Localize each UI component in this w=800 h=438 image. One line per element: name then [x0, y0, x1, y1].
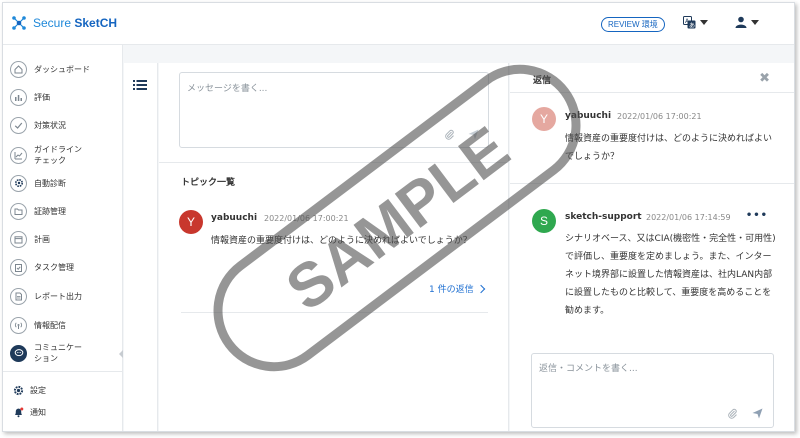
clipboard-icon — [10, 258, 27, 276]
chevron-down-icon — [700, 20, 708, 25]
sidebar-item-label: ダッシュボード — [34, 64, 90, 74]
gear-icon — [10, 174, 27, 192]
avatar: Y — [532, 107, 556, 131]
sidebar-item-label: レポート出力 — [34, 291, 82, 301]
broadcast-icon — [10, 316, 27, 334]
sidebar-item-label: コミュニケー ション — [34, 343, 82, 363]
sidebar-item-label: 自動診断 — [34, 178, 66, 188]
sidebar-item-label: 情報配信 — [34, 320, 66, 330]
folder-icon — [10, 202, 27, 220]
settings-icon — [12, 384, 24, 396]
reply-count-label: 1 件の返信 — [429, 285, 474, 295]
replies-title: 返信 — [533, 76, 552, 86]
reply-input-placeholder: 返信・コメントを書く... — [539, 364, 638, 374]
post-author: sketch-support — [565, 212, 642, 222]
calendar-icon — [10, 230, 27, 248]
sidebar-item-label: タスク管理 — [34, 262, 74, 272]
sidebar: ダッシュボード 評価 対策状況 ガイドライン チェック 自動診断 証跡管理 計画… — [3, 45, 123, 431]
divider — [159, 162, 508, 163]
post-timestamp: 2022/01/06 17:00:21 — [264, 214, 349, 223]
avatar: Y — [179, 210, 203, 234]
divider — [181, 312, 488, 313]
environment-badge: REVIEW 環境 — [601, 17, 665, 32]
sidebar-item-label: 証跡管理 — [34, 206, 66, 216]
user-menu-button[interactable] — [735, 16, 759, 28]
collapse-caret-icon[interactable] — [119, 350, 123, 358]
sidebar-item-label: 通知 — [30, 407, 46, 417]
logo-text: Secure SketCH — [33, 16, 118, 30]
chevron-right-icon — [476, 284, 485, 293]
chevron-down-icon — [751, 19, 759, 25]
paperclip-icon[interactable] — [444, 129, 455, 143]
post-body: シナリオベース、又はCIA(機密性・完全性・可用性)で評価し、重要度を定めましょ… — [565, 234, 776, 316]
sidebar-item-label: 設定 — [30, 385, 46, 395]
logo[interactable]: Secure SketCH — [11, 15, 117, 31]
translate-icon: A あ — [683, 16, 696, 29]
sidebar-item-communication[interactable]: コミュニケー ション — [3, 339, 123, 367]
topic-main-panel: メッセージを書く... トピック一覧 Y yabuuchi 2022/01/06… — [159, 63, 509, 431]
post-author: yabuuchi — [211, 213, 258, 223]
sidebar-item-label: ガイドライン チェック — [34, 145, 82, 165]
replies-panel: 返信 ✖ Y yabuuchi 2022/01/06 17:00:21 情報資産… — [510, 63, 794, 431]
reply-count-link[interactable]: 1 件の返信 — [429, 282, 485, 295]
app-window: Secure SketCH REVIEW 環境 A あ ダッシュボード 評価 対… — [2, 2, 795, 432]
list-icon[interactable] — [133, 79, 147, 91]
sidebar-item-countermeasures[interactable]: 対策状況 — [3, 111, 123, 139]
sidebar-item-plan[interactable]: 計画 — [3, 225, 123, 253]
paperclip-icon[interactable] — [727, 408, 738, 422]
sidebar-item-label: 評価 — [34, 92, 50, 102]
send-icon[interactable] — [468, 129, 479, 143]
svg-text:あ: あ — [689, 23, 695, 30]
language-menu-button[interactable]: A あ — [683, 16, 708, 29]
sidebar-item-tasks[interactable]: タスク管理 — [3, 253, 123, 281]
bell-icon — [12, 406, 24, 418]
sidebar-item-info-delivery[interactable]: 情報配信 — [3, 311, 123, 339]
post-timestamp: 2022/01/06 17:14:59 — [646, 213, 731, 222]
network-nodes-icon — [12, 16, 26, 30]
sidebar-item-evaluation[interactable]: 評価 — [3, 83, 123, 111]
sidebar-divider — [3, 371, 122, 372]
sidebar-item-auto-diagnosis[interactable]: 自動診断 — [3, 169, 123, 197]
post-timestamp: 2022/01/06 17:00:21 — [617, 112, 702, 121]
send-icon[interactable] — [752, 408, 763, 422]
check-icon — [10, 116, 27, 134]
document-icon — [10, 287, 27, 305]
sidebar-item-evidence[interactable]: 証跡管理 — [3, 197, 123, 225]
message-composer[interactable]: メッセージを書く... — [179, 72, 489, 148]
message-input-placeholder: メッセージを書く... — [187, 84, 268, 94]
topic-list-heading: トピック一覧 — [181, 178, 236, 188]
sidebar-item-label: 対策状況 — [34, 120, 66, 130]
chart-icon — [10, 88, 27, 106]
sidebar-item-report[interactable]: レポート出力 — [3, 282, 123, 310]
sidebar-item-guideline-check[interactable]: ガイドライン チェック — [3, 141, 123, 169]
list-toggle-column — [124, 63, 158, 431]
avatar: S — [532, 209, 556, 233]
sidebar-item-label: 計画 — [34, 234, 50, 244]
user-icon — [735, 16, 747, 28]
home-icon — [10, 60, 27, 78]
close-icon[interactable]: ✖ — [759, 71, 770, 86]
divider — [510, 183, 794, 184]
chart-line-icon — [10, 146, 27, 164]
post-body: 情報資産の重要度付けは、どのように決めればよいでしょうか？ — [565, 134, 773, 162]
divider — [510, 92, 794, 93]
post-author: yabuuchi — [565, 111, 612, 121]
post-body: 情報資産の重要度付けは、どのように決めればよいでしょうか？ — [211, 236, 472, 246]
chat-icon — [10, 344, 27, 362]
sidebar-item-settings[interactable]: 設定 — [12, 384, 46, 396]
reply-composer[interactable]: 返信・コメントを書く... — [531, 353, 774, 428]
sidebar-item-notifications[interactable]: 通知 — [12, 406, 46, 418]
more-options-icon[interactable]: ••• — [746, 210, 768, 221]
top-header: Secure SketCH REVIEW 環境 A あ — [3, 3, 794, 45]
sidebar-item-dashboard[interactable]: ダッシュボード — [3, 55, 123, 83]
